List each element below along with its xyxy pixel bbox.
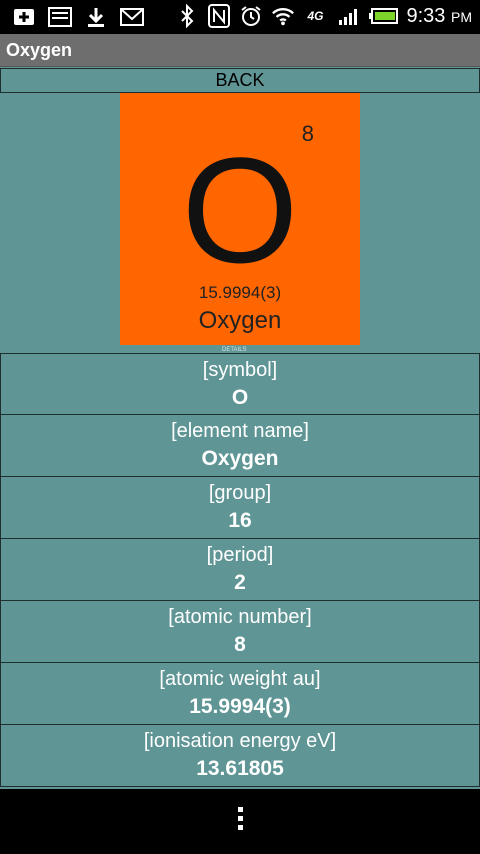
signal-icon (337, 4, 361, 28)
clock: 9:33 PM (406, 4, 473, 27)
detail-row-ionisation-energy: [ionisation energy eV] 13.61805 (0, 725, 480, 787)
detail-value: O (231, 386, 249, 409)
detail-label: [atomic number] (168, 606, 312, 628)
back-button[interactable]: BACK (0, 68, 480, 93)
alarm-icon (239, 4, 263, 28)
detail-label: [ionisation energy eV] (143, 730, 337, 752)
wifi-icon (271, 4, 295, 28)
screenshot-icon (48, 5, 72, 29)
detail-label: [group] (208, 482, 272, 504)
detail-label: [atomic weight au] (159, 668, 321, 690)
tile-element-name: Oxygen (198, 307, 282, 334)
detail-row-period: [period] 2 (0, 539, 480, 601)
status-bar: 4G 9:33 PM (0, 0, 480, 34)
tile-atomic-weight: 15.9994(3) (198, 283, 282, 302)
detail-label: [period] (206, 544, 274, 566)
overflow-menu-icon[interactable] (236, 807, 244, 835)
tile-symbol: O (181, 126, 299, 294)
4g-lte-icon: 4G (303, 4, 329, 28)
bluetooth-icon (175, 4, 199, 28)
element-tile: 8 O 15.9994(3) Oxygen (120, 93, 360, 345)
detail-row-group: [group] 16 (0, 477, 480, 539)
detail-value: 2 (234, 571, 246, 594)
element-details-list: [symbol] O [element name] Oxygen [group]… (0, 353, 480, 787)
detail-label: [symbol] (202, 359, 278, 381)
battery-icon (368, 4, 399, 28)
detail-value: 8 (234, 633, 246, 656)
navigation-bar (0, 789, 480, 854)
app-title: Oxygen (6, 40, 73, 60)
detail-value: 16 (228, 509, 252, 532)
add-notification-icon (12, 5, 36, 29)
detail-value: 15.9994(3) (189, 695, 291, 718)
content-area: BACK 8 O 15.9994(3) Oxygen DETAILS [symb… (0, 67, 480, 789)
detail-row-element-name: [element name] Oxygen (0, 415, 480, 477)
detail-row-atomic-number: [atomic number] 8 (0, 601, 480, 663)
app-title-bar: Oxygen (0, 34, 480, 67)
nfc-icon (207, 4, 231, 28)
notification-icons (12, 5, 144, 29)
detail-value: 13.61805 (196, 757, 284, 780)
network-type-label: 4G (307, 9, 324, 23)
detail-label: [element name] (171, 420, 309, 442)
detail-value: Oxygen (201, 447, 279, 470)
download-icon (84, 5, 108, 29)
system-icons: 4G 9:33 PM (175, 4, 473, 28)
detail-row-symbol: [symbol] O (0, 353, 480, 415)
detail-row-atomic-weight: [atomic weight au] 15.9994(3) (0, 663, 480, 725)
gmail-icon (120, 5, 144, 29)
